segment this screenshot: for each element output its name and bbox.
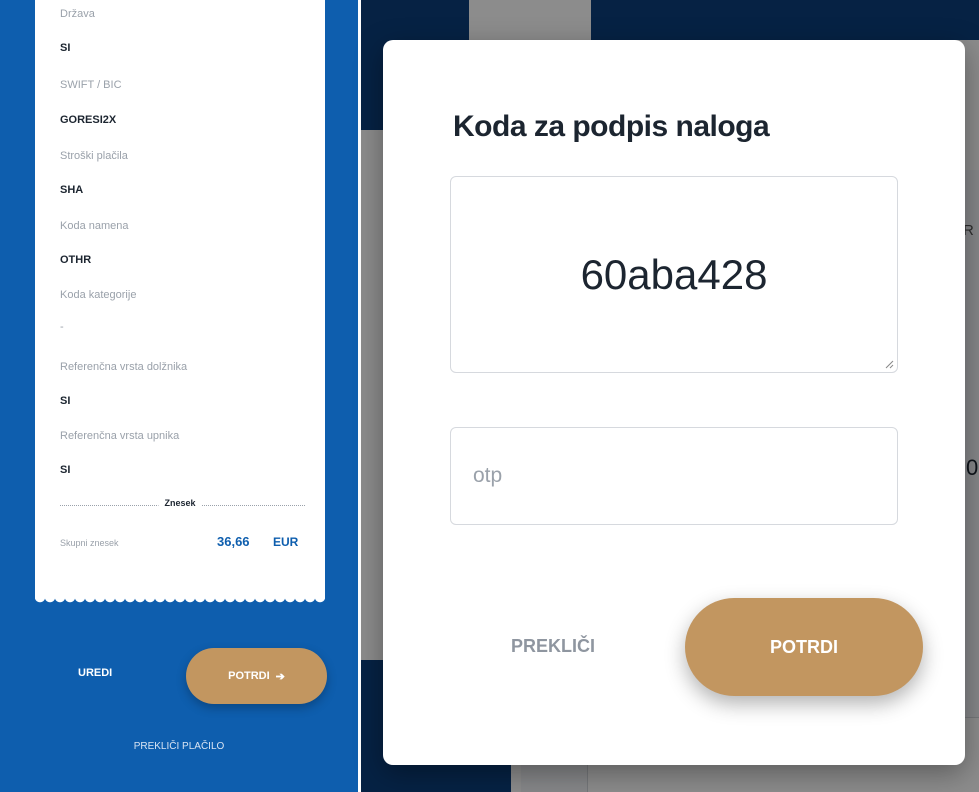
confirm-button[interactable]: POTRDI [685, 598, 923, 696]
field-label-debtor-reference: Referenčna vrsta dolžnika [60, 361, 188, 373]
cancel-button[interactable]: PREKLIČI [511, 636, 595, 657]
field-label-category-code: Koda kategorije [60, 289, 137, 301]
resize-handle-icon[interactable] [884, 359, 894, 369]
confirm-payment-button[interactable]: POTRDI ➔ [186, 648, 327, 704]
signing-code-dialog: Koda za podpis naloga 60aba428 PREKLIČI … [383, 40, 965, 765]
summary-label: Znesek [158, 498, 202, 508]
field-label-country: Država [60, 8, 95, 20]
field-label-purpose-code: Koda namena [60, 220, 129, 232]
field-label-swift: SWIFT / BIC [60, 79, 122, 91]
field-value-purpose-code: OTHR [60, 254, 92, 266]
field-value-debtor-reference: SI [60, 395, 71, 407]
field-value-country: SI [60, 42, 71, 54]
total-currency: EUR [273, 535, 299, 549]
confirm-payment-label: POTRDI [228, 670, 270, 682]
arrow-right-icon: ➔ [275, 670, 285, 683]
field-label-charges: Stroški plačila [60, 150, 128, 162]
payment-summary-panel: Država SI SWIFT / BIC GORESI2X Stroški p… [0, 0, 358, 792]
field-value-swift: GORESI2X [60, 114, 117, 126]
total-label: Skupni znesek [60, 538, 119, 548]
cancel-payment-link[interactable]: PREKLIČI PLAČILO [0, 741, 358, 752]
field-label-creditor-reference: Referenčna vrsta upnika [60, 430, 180, 442]
receipt-card: Država SI SWIFT / BIC GORESI2X Stroški p… [35, 0, 325, 605]
field-value-charges: SHA [60, 184, 84, 196]
signing-code-value: 60aba428 [580, 250, 768, 298]
total-amount: 36,66 [217, 534, 250, 549]
otp-input[interactable] [450, 427, 898, 525]
field-value-creditor-reference: SI [60, 464, 71, 476]
field-value-category-code: - [60, 321, 64, 333]
edit-button[interactable]: UREDI [78, 667, 112, 679]
signing-code-textarea[interactable]: 60aba428 [450, 176, 898, 373]
dialog-title: Koda za podpis naloga [453, 110, 770, 143]
